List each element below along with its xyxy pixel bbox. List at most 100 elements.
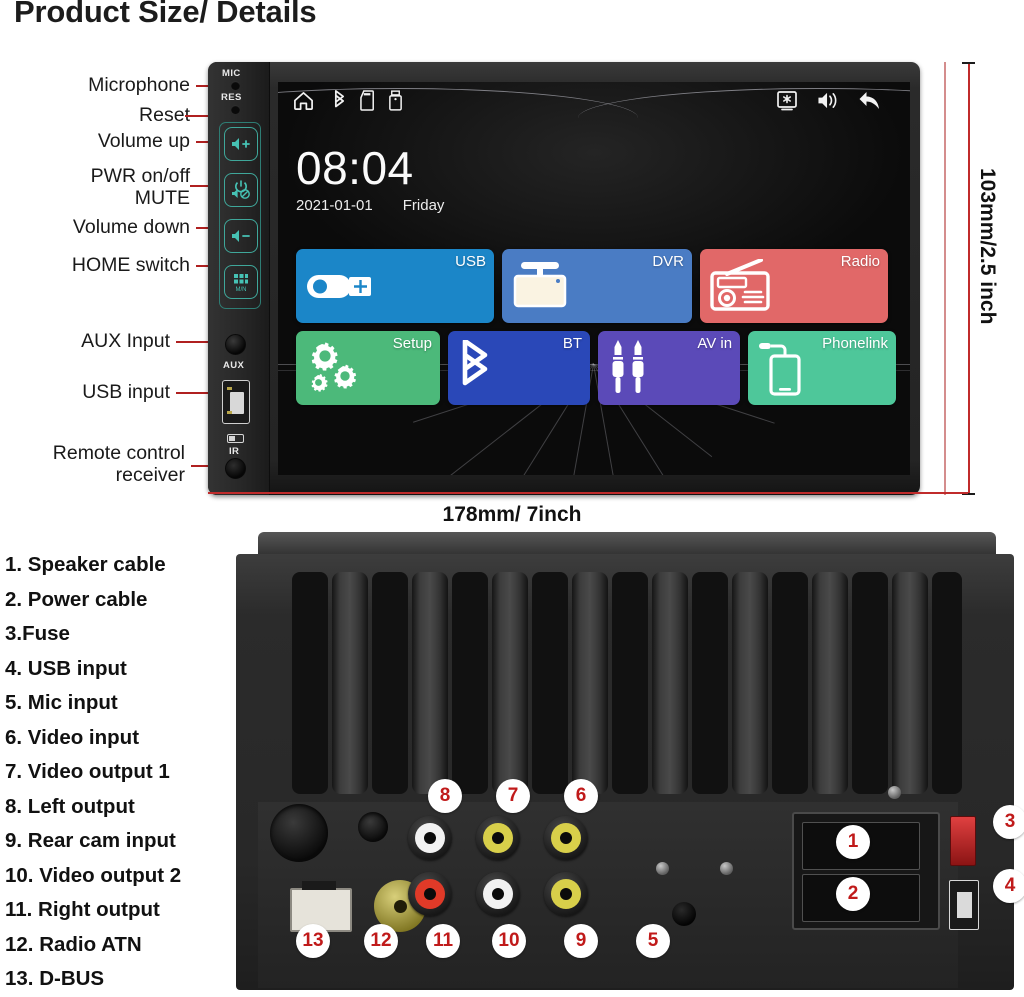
cooling-slot (772, 572, 808, 794)
cooling-slot (372, 572, 408, 794)
home-icon[interactable] (292, 90, 315, 111)
callout-label-remote-control-receiver: Remote control receiver (52, 442, 185, 486)
volume-down-button[interactable] (224, 219, 258, 253)
callout-12: 12 (364, 924, 398, 958)
dimension-line-vertical-inner (944, 62, 946, 495)
tile-bt[interactable]: BT (448, 331, 591, 405)
dimension-height-label: 103mm/2.5 inch (976, 168, 999, 325)
callout-7: 7 (496, 779, 530, 813)
tile-av-in[interactable]: AV in (598, 331, 741, 405)
list-item: 1. Speaker cable (5, 553, 166, 576)
tile-setup-label: Setup (392, 335, 432, 352)
brightness-icon[interactable] (776, 90, 798, 112)
usb-input-port[interactable] (222, 380, 250, 424)
bluetooth-icon (457, 340, 493, 396)
callout-4: 4 (993, 869, 1024, 903)
back-arrow-icon[interactable] (858, 90, 882, 112)
callout-9: 9 (564, 924, 598, 958)
callout-2: 2 (836, 877, 870, 911)
tile-usb[interactable]: USB (296, 249, 494, 323)
screw (720, 862, 733, 875)
av-plugs-icon (607, 339, 653, 397)
tile-phonelink[interactable]: Phonelink (748, 331, 896, 405)
tile-radio[interactable]: Radio (700, 249, 888, 323)
callout-11: 11 (426, 924, 460, 958)
list-item: 8. Left output (5, 794, 135, 818)
app-tile-grid: USB DVR Radio Setup BT AV in Phonelink (296, 249, 896, 413)
chassis-body (236, 554, 1014, 990)
dimension-line-vertical (968, 62, 970, 495)
video-input-jack[interactable] (544, 816, 588, 860)
cooling-fin (652, 572, 688, 794)
fuse[interactable] (950, 816, 976, 866)
volume-icon[interactable] (816, 90, 840, 111)
clock-weekday: Friday (402, 197, 445, 214)
reset-pinhole[interactable] (231, 105, 240, 114)
callout-3: 3 (993, 805, 1024, 839)
head-unit-rear: 1 2 3 4 5 6 7 8 9 10 11 12 13 (236, 532, 1024, 990)
volume-up-button[interactable] (224, 127, 258, 161)
tile-row-2: Setup BT AV in Phonelink (296, 331, 896, 405)
tile-phonelink-label: Phonelink (822, 335, 888, 352)
bluetooth-icon[interactable] (332, 90, 347, 112)
aux-text-label: AUX (223, 360, 245, 371)
dimension-line-horizontal (208, 492, 968, 494)
tile-dvr-label: DVR (652, 253, 684, 270)
tile-bt-label: BT (562, 335, 583, 352)
microphone-pinhole[interactable] (231, 81, 240, 90)
home-switch-button[interactable]: M/N (224, 265, 258, 299)
screw (888, 786, 901, 799)
res-text-label: RES (221, 92, 242, 103)
volume-down-icon (232, 230, 250, 242)
rear-usb-input[interactable] (949, 880, 979, 930)
list-item: 5. Mic input (5, 691, 118, 714)
list-item: 12. Radio ATN (5, 932, 142, 956)
gears-icon (305, 342, 363, 394)
rear-cam-input-jack[interactable] (544, 872, 588, 916)
usb-drive-icon (305, 266, 375, 306)
touchscreen-display[interactable]: 08:04 2021-01-01 Friday USB DVR Radio Se… (278, 82, 910, 475)
cooling-slot (292, 572, 328, 794)
button-cluster: M/N (219, 122, 261, 309)
callout-6: 6 (564, 779, 598, 813)
video-output-2-jack[interactable] (476, 872, 520, 916)
callout-label-volume-down: Volume down (72, 216, 190, 238)
left-output-jack[interactable] (408, 816, 452, 860)
cooling-slot (452, 572, 488, 794)
cooling-fin (412, 572, 448, 794)
list-item: 13. D-BUS (5, 967, 105, 990)
callout-label-usb-input: USB input (82, 381, 170, 403)
list-item: 9. Rear cam input (5, 829, 176, 852)
callout-label-volume-up: Volume up (97, 130, 190, 152)
callout-label-home-switch: HOME switch (71, 254, 190, 276)
dashcam-icon (511, 260, 573, 312)
cooling-slot (532, 572, 568, 794)
video-output-1-jack[interactable] (476, 816, 520, 860)
clock-time: 08:04 (296, 142, 414, 194)
remote-control-receiver-lens[interactable] (225, 458, 246, 479)
aux-input-jack[interactable] (225, 334, 246, 355)
cooling-slot (612, 572, 648, 794)
power-mute-button[interactable] (224, 173, 258, 207)
cooling-slot (692, 572, 728, 794)
cooling-fin (492, 572, 528, 794)
usb-drive-icon[interactable] (388, 90, 403, 111)
right-output-jack[interactable] (408, 872, 452, 916)
tile-av-in-label: AV in (697, 335, 733, 352)
parts-legend-list: 1. Speaker cable 2. Power cable 3.Fuse 4… (5, 548, 245, 997)
ir-text-label: IR (229, 446, 240, 457)
tile-setup[interactable]: Setup (296, 331, 440, 405)
cooling-fin (572, 572, 608, 794)
cooling-fin (732, 572, 768, 794)
mic-input-jack[interactable] (672, 902, 696, 926)
cooling-fin (812, 572, 848, 794)
small-hole (358, 812, 388, 842)
tile-dvr[interactable]: DVR (502, 249, 692, 323)
clock-widget: 08:04 2021-01-01 Friday (296, 144, 444, 214)
phonelink-icon (757, 340, 811, 396)
sd-card-icon[interactable] (360, 90, 377, 111)
callout-5: 5 (636, 924, 670, 958)
cooling-slot (852, 572, 888, 794)
clock-date: 2021-01-01 (296, 197, 373, 214)
list-item: 11. Right output (5, 898, 160, 921)
